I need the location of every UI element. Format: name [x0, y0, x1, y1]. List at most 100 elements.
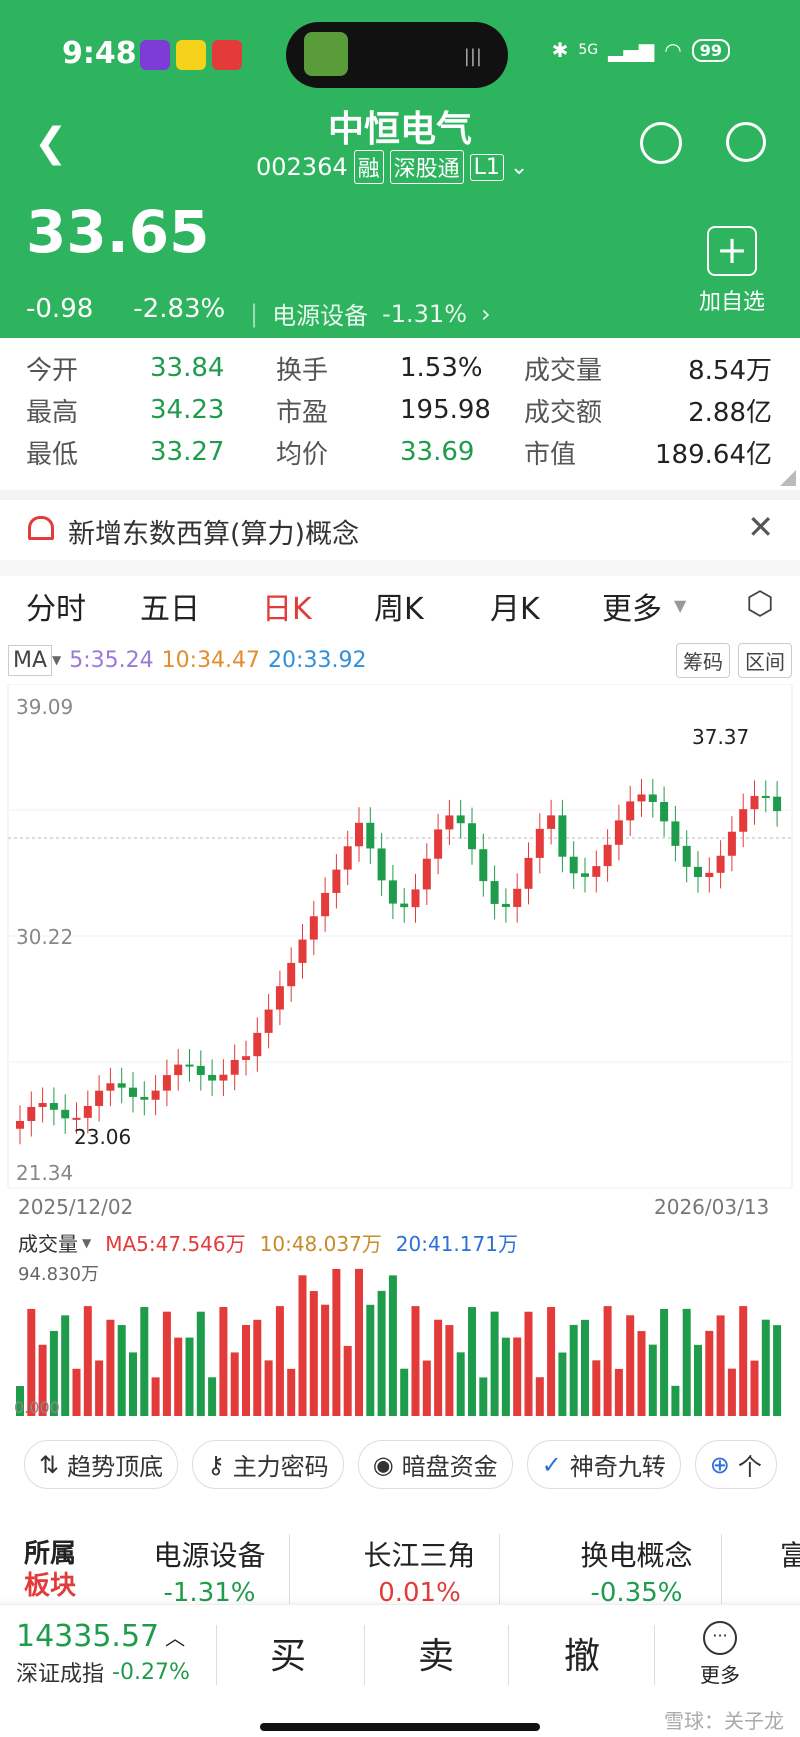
key-icon: ⚷	[207, 1450, 225, 1479]
caret-down-icon: ▼	[52, 653, 62, 667]
candle	[321, 892, 330, 917]
dark-pool-icon: ◉	[372, 1450, 394, 1479]
index-change: -0.27%	[112, 1659, 190, 1685]
sector-heading: 所属 板块	[24, 1538, 76, 1602]
candle	[705, 872, 714, 878]
candle	[298, 939, 307, 963]
tab-five-day[interactable]: 五日	[140, 584, 200, 628]
candle	[456, 815, 465, 824]
candle	[727, 831, 736, 856]
add-watchlist-button[interactable]: + 加自选	[694, 226, 770, 316]
volume-bar	[72, 1368, 81, 1416]
sector-item[interactable]: 长江三角 0.01%	[340, 1534, 500, 1604]
volume-bar	[129, 1352, 137, 1416]
volume-bar	[287, 1368, 296, 1416]
candle	[196, 1065, 205, 1075]
tool-label: 暗盘资金	[401, 1453, 498, 1481]
vol-ma5: MA5:47.546万	[105, 1232, 246, 1256]
volume-bar	[592, 1360, 601, 1416]
sector-divider: |	[250, 299, 259, 328]
chevron-up-icon: ︿	[165, 1626, 186, 1650]
ma-bar: MA ▼ 5:35.24 10:34.47 20:33.92 筹码 区间	[8, 640, 792, 680]
tool-label: 神奇九转	[569, 1453, 666, 1481]
range-button[interactable]: 区间	[738, 642, 792, 678]
tab-daily-k[interactable]: 日K	[262, 584, 312, 628]
volume-bar	[174, 1337, 183, 1416]
divider	[216, 1625, 217, 1685]
ma-selector[interactable]: MA	[8, 644, 53, 676]
bluetooth-icon: ✱	[551, 38, 569, 62]
candle	[106, 1083, 115, 1091]
candle	[140, 1096, 149, 1100]
dynamic-island: |||	[286, 22, 508, 88]
volume-selector[interactable]: 成交量	[18, 1228, 78, 1257]
index-name: 深证成指	[16, 1662, 105, 1687]
settings-hex-icon[interactable]: ⬡	[746, 584, 774, 622]
sector-item[interactable]: 电源设备 -1.31%	[130, 1534, 290, 1604]
search-icon[interactable]	[726, 122, 766, 162]
volume-bar	[106, 1319, 115, 1416]
candlestick-chart[interactable]: 39.09 30.22 21.34 37.37 23.06 2025/12/02…	[0, 684, 800, 1244]
cancel-button[interactable]: 撤	[564, 1627, 600, 1679]
more-button[interactable]: ··· 更多	[700, 1621, 740, 1688]
divider	[0, 490, 800, 500]
tab-weekly-k[interactable]: 周K	[374, 584, 424, 628]
tool-more[interactable]: ⊕ 个	[694, 1440, 777, 1489]
badge-margin: 融	[353, 150, 384, 184]
volume-min-label: 0.000	[14, 1398, 60, 1417]
battery-icon: 99	[691, 38, 730, 62]
volume-bar	[117, 1325, 126, 1416]
candle	[174, 1064, 183, 1076]
buy-button[interactable]: 买	[270, 1627, 306, 1679]
tab-more[interactable]: 更多	[602, 584, 662, 628]
candle	[524, 857, 533, 889]
candle	[660, 802, 669, 822]
volume-legend: 成交量 ▼ MA5:47.546万 10:48.037万 20:41.171万	[18, 1228, 518, 1257]
y-tick-label: 21.34	[16, 1161, 73, 1185]
candle	[16, 1120, 24, 1129]
volume-bar	[95, 1360, 104, 1416]
quote-label: 最高	[26, 397, 79, 428]
candle	[95, 1090, 104, 1106]
current-price: 33.65	[26, 198, 210, 266]
ma5-value: 5:35.24	[69, 647, 154, 673]
sell-button[interactable]: 卖	[418, 1627, 454, 1679]
quote-value: 33.84	[150, 353, 225, 383]
volume-chart[interactable]	[8, 1256, 792, 1420]
tool-fund-code[interactable]: ⚷ 主力密码	[192, 1440, 344, 1489]
candle	[750, 795, 759, 810]
bottom-bar: 14335.57 ︿ 深证成指 -0.27% 买 卖 撤 ··· 更多 雪球：关…	[0, 1604, 800, 1737]
refresh-icon[interactable]	[640, 122, 682, 164]
sector-item[interactable]: 换电概念 -0.35%	[552, 1534, 722, 1604]
volume-bar	[377, 1290, 386, 1416]
index-ticker[interactable]: 14335.57 ︿ 深证成指 -0.27%	[16, 1619, 190, 1688]
chips-button[interactable]: 筹码	[676, 642, 730, 678]
tool-bar: ⇅ 趋势顶底 ⚷ 主力密码 ◉ 暗盘资金 ✓ 神奇九转 ⊕ 个	[24, 1440, 777, 1489]
close-icon[interactable]: ✕	[747, 508, 774, 546]
tab-timeshare[interactable]: 分时	[26, 584, 86, 628]
quote-label: 市盈	[276, 397, 329, 428]
quote-value: 33.27	[150, 437, 225, 467]
quote-label: 均价	[276, 439, 329, 470]
tool-trend[interactable]: ⇅ 趋势顶底	[24, 1440, 179, 1489]
expand-corner-icon[interactable]	[780, 470, 796, 486]
candle	[773, 796, 782, 812]
sector-item[interactable]: 富	[780, 1534, 800, 1574]
sector-item-name: 富	[780, 1539, 800, 1572]
chevron-down-icon[interactable]: ⌄	[510, 155, 528, 180]
tool-nine-turn[interactable]: ✓ 神奇九转	[526, 1440, 681, 1489]
volume-bar	[230, 1352, 239, 1416]
x-label-start: 2025/12/02	[18, 1195, 133, 1219]
volume-bar	[581, 1319, 589, 1416]
nine-turn-icon: ✓	[541, 1450, 562, 1479]
quote-row: 今开 33.84 换手 1.53% 成交量 8.54万	[0, 346, 800, 390]
header: 9:48 ||| ✱ 5G ▂▄▆ ◠ 99 ❮ 中恒电气 002364 融 深…	[0, 0, 800, 338]
tool-dark-pool[interactable]: ◉ 暗盘资金	[357, 1440, 513, 1489]
candle	[287, 962, 296, 987]
y-tick-label: 39.09	[16, 695, 73, 719]
volume-bar	[727, 1368, 736, 1416]
sector-link[interactable]: | 电源设备 -1.31% ›	[250, 296, 491, 331]
concept-notice[interactable]: 新增东数西算(算力)概念 ✕	[0, 500, 800, 560]
tab-monthly-k[interactable]: 月K	[490, 584, 540, 628]
candle	[355, 822, 363, 847]
